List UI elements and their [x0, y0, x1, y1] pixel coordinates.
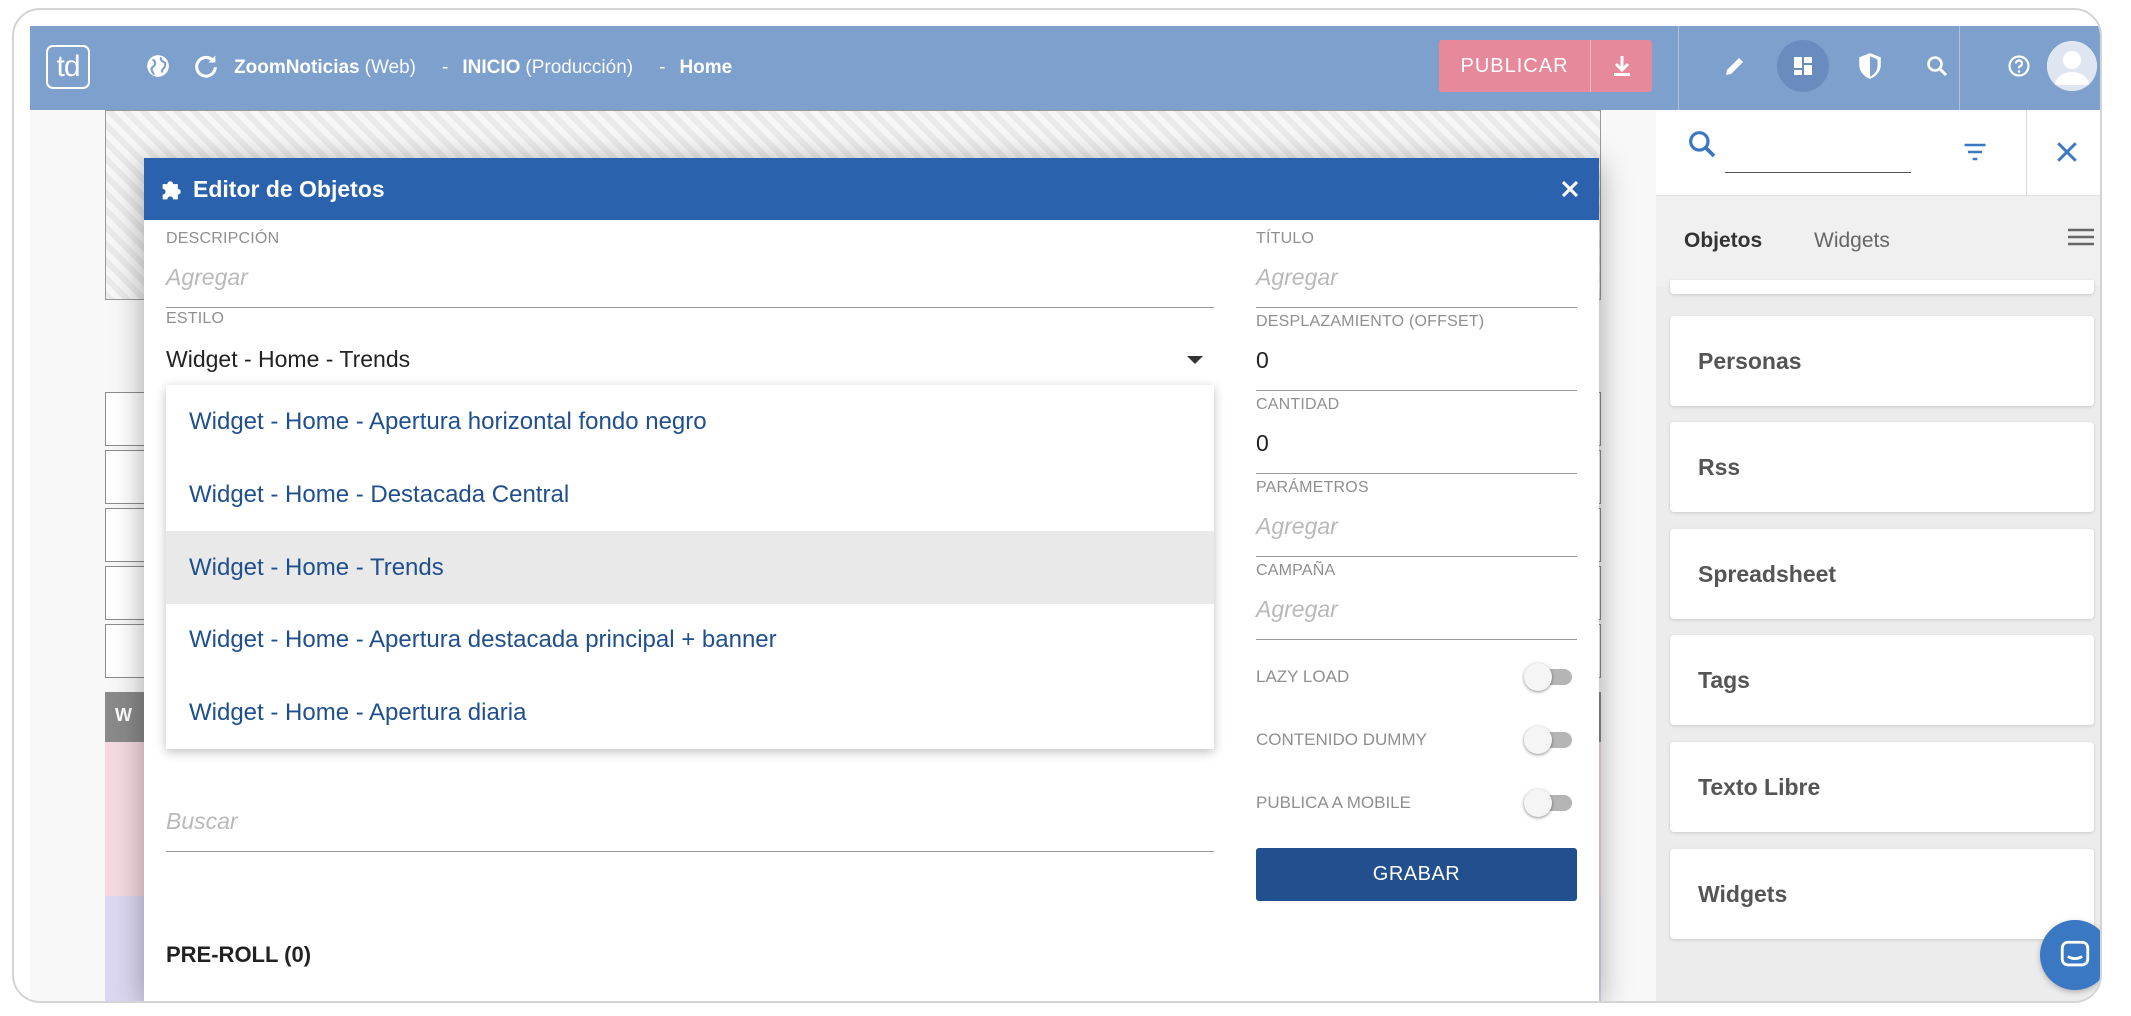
- breadcrumb-site-env: (Web): [364, 57, 417, 78]
- search-icon[interactable]: [1919, 48, 1955, 84]
- divider: [2026, 110, 2027, 196]
- filter-icon[interactable]: [1961, 138, 1989, 171]
- dashboard-icon[interactable]: [1785, 48, 1821, 84]
- refresh-icon[interactable]: [188, 48, 224, 84]
- puzzle-icon: [158, 176, 186, 209]
- breadcrumb-site[interactable]: ZoomNoticias: [234, 57, 360, 79]
- section-bar-left-text: W: [115, 705, 132, 725]
- dropdown-option[interactable]: Widget - Home - Apertura destacada princ…: [166, 603, 1214, 676]
- close-icon[interactable]: [2052, 137, 2082, 172]
- chat-button[interactable]: [2040, 920, 2100, 990]
- window-frame: td ZoomNoticias (Web) - INICIO (Producci…: [12, 8, 2102, 1003]
- sidebar-item-tags[interactable]: Tags: [1670, 635, 2094, 725]
- chat-icon: [2060, 940, 2090, 967]
- close-icon[interactable]: [1556, 175, 1584, 203]
- parametros-label: PARÁMETROS: [1256, 479, 1369, 496]
- publish-button-group: PUBLICAR: [1439, 40, 1652, 92]
- object-editor-dialog: Editor de Objetos DESCRIPCIÓN Agregar ES…: [144, 158, 1599, 1001]
- descripcion-label: DESCRIPCIÓN: [166, 230, 280, 247]
- buscar-underline: [166, 851, 1214, 852]
- dropdown-option-selected[interactable]: Widget - Home - Trends: [166, 531, 1214, 604]
- descripcion-underline: [166, 307, 1214, 308]
- parametros-underline: [1256, 556, 1577, 557]
- parametros-input[interactable]: Agregar: [1256, 513, 1338, 540]
- download-icon[interactable]: [1591, 40, 1652, 92]
- buscar-input[interactable]: Buscar: [166, 808, 238, 835]
- tab-objetos[interactable]: Objetos: [1684, 196, 1762, 286]
- sidebar-item-widgets[interactable]: Widgets: [1670, 849, 2094, 939]
- preroll-heading[interactable]: PRE-ROLL (0): [166, 942, 311, 968]
- contenido-dummy-toggle[interactable]: [1524, 723, 1572, 755]
- publica-mobile-toggle[interactable]: [1524, 786, 1572, 818]
- sidebar-item-rss[interactable]: Rss: [1670, 422, 2094, 512]
- offset-underline: [1256, 390, 1577, 391]
- save-button[interactable]: GRABAR: [1256, 848, 1577, 901]
- user-icon: [2047, 41, 2097, 91]
- titulo-label: TÍTULO: [1256, 230, 1315, 247]
- help-icon[interactable]: [2001, 48, 2037, 84]
- titulo-underline: [1256, 307, 1577, 308]
- dropdown-option[interactable]: Widget - Home - Destacada Central: [166, 458, 1214, 531]
- objects-sidebar: Objetos Widgets Personas Rss Spreadsheet…: [1656, 110, 2100, 1001]
- user-avatar[interactable]: [2047, 41, 2097, 91]
- campana-input[interactable]: Agregar: [1256, 596, 1338, 623]
- shield-icon[interactable]: [1852, 48, 1888, 84]
- breadcrumb-section[interactable]: INICIO: [462, 57, 520, 79]
- cantidad-input[interactable]: 0: [1256, 430, 1269, 457]
- estilo-dropdown: Widget - Home - Apertura horizontal fond…: [166, 385, 1214, 749]
- sidebar-item-spreadsheet[interactable]: Spreadsheet: [1670, 529, 2094, 619]
- breadcrumb: ZoomNoticias (Web) - INICIO (Producción)…: [234, 26, 732, 110]
- contenido-dummy-label: CONTENIDO DUMMY: [1256, 730, 1427, 749]
- cantidad-underline: [1256, 473, 1577, 474]
- dialog-title: Editor de Objetos: [193, 175, 385, 202]
- sidebar-tabs: Objetos Widgets: [1656, 196, 2100, 286]
- breadcrumb-page[interactable]: Home: [679, 57, 732, 79]
- titulo-input[interactable]: Agregar: [1256, 264, 1338, 291]
- app-logo[interactable]: td: [46, 45, 90, 89]
- breadcrumb-separator: -: [659, 57, 666, 78]
- cantidad-label: CANTIDAD: [1256, 396, 1340, 413]
- sidebar-card-partial: [1670, 280, 2094, 294]
- sidebar-search-bar: [1656, 110, 2100, 196]
- top-bar: td ZoomNoticias (Web) - INICIO (Producci…: [30, 26, 2100, 110]
- lazy-load-label: LAZY LOAD: [1256, 667, 1350, 686]
- dialog-header: Editor de Objetos: [144, 158, 1599, 220]
- breadcrumb-section-env: (Producción): [525, 57, 634, 78]
- offset-label: DESPLAZAMIENTO (OFFSET): [1256, 313, 1485, 330]
- publica-mobile-label: PUBLICA A MOBILE: [1256, 793, 1411, 812]
- menu-icon[interactable]: [2068, 228, 2094, 253]
- estilo-select[interactable]: Widget - Home - Trends: [166, 346, 410, 373]
- estilo-label: ESTILO: [166, 310, 225, 327]
- pencil-icon[interactable]: [1717, 48, 1753, 84]
- campana-label: CAMPAÑA: [1256, 562, 1336, 579]
- tab-widgets[interactable]: Widgets: [1814, 196, 1890, 286]
- dropdown-option[interactable]: Widget - Home - Apertura horizontal fond…: [166, 385, 1214, 458]
- breadcrumb-separator: -: [442, 57, 449, 78]
- app-viewport: td ZoomNoticias (Web) - INICIO (Producci…: [30, 26, 2100, 1001]
- globe-icon[interactable]: [140, 48, 176, 84]
- publish-button[interactable]: PUBLICAR: [1439, 40, 1591, 92]
- descripcion-input[interactable]: Agregar: [166, 264, 248, 291]
- sidebar-item-personas[interactable]: Personas: [1670, 316, 2094, 406]
- divider: [1678, 26, 1679, 110]
- lazy-load-toggle[interactable]: [1524, 660, 1572, 692]
- campana-underline: [1256, 639, 1577, 640]
- divider: [1959, 26, 1960, 110]
- sidebar-search-input[interactable]: [1725, 132, 1911, 170]
- dropdown-option[interactable]: Widget - Home - Apertura diaria: [166, 676, 1214, 749]
- sidebar-item-texto-libre[interactable]: Texto Libre: [1670, 742, 2094, 832]
- search-icon: [1686, 128, 1718, 165]
- search-underline: [1725, 172, 1911, 173]
- offset-input[interactable]: 0: [1256, 347, 1269, 374]
- caret-down-icon[interactable]: [1187, 356, 1203, 364]
